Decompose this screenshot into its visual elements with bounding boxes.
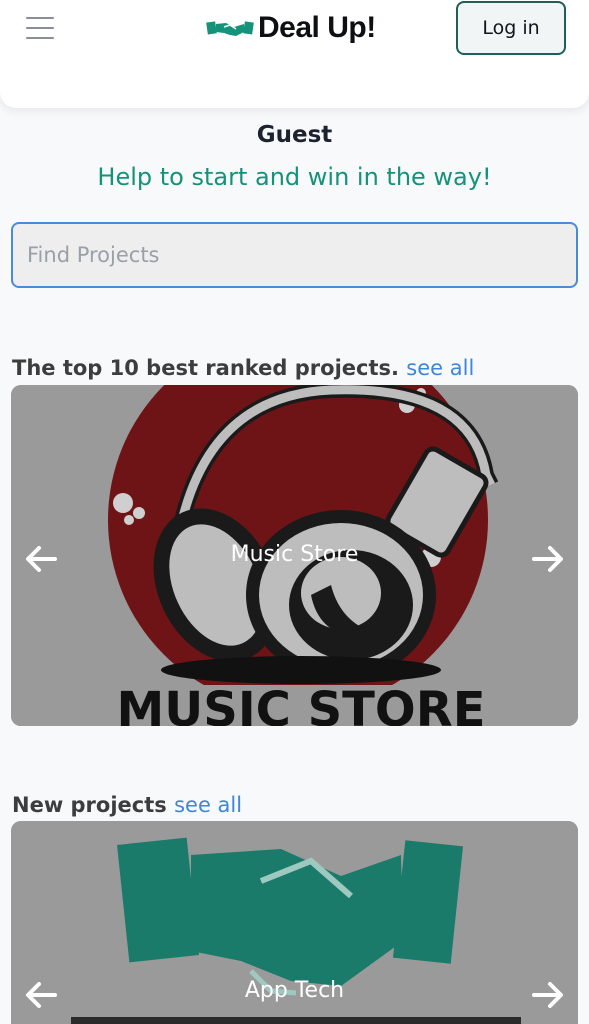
arrow-right-icon[interactable] — [530, 977, 566, 1013]
search-input[interactable] — [11, 222, 578, 288]
new-projects-see-all-link[interactable]: see all — [174, 793, 242, 817]
tagline: Help to start and win in the way! — [97, 163, 492, 191]
menu-icon[interactable] — [26, 17, 54, 39]
top-projects-title: The top 10 best ranked projects. — [12, 356, 399, 380]
app-header: Deal Up! Log in — [0, 0, 589, 108]
music-store-image-text: MUSIC STORE — [117, 682, 486, 726]
top-projects-see-all-link[interactable]: see all — [406, 356, 474, 380]
brand-name: Deal Up! — [258, 11, 376, 44]
new-projects-carousel[interactable]: App Tech — [11, 821, 578, 1024]
brand[interactable]: Deal Up! — [206, 8, 376, 48]
handshake-logo-icon — [206, 21, 254, 36]
new-projects-title: New projects — [12, 793, 167, 817]
top-projects-carousel[interactable]: MUSIC STORE Music Store — [11, 385, 578, 726]
top-projects-heading: The top 10 best ranked projects. see all — [12, 356, 474, 380]
arrow-right-icon[interactable] — [530, 541, 566, 577]
user-name: Guest — [256, 122, 333, 148]
top-slide-caption: Music Store — [230, 542, 359, 567]
new-projects-heading: New projects see all — [12, 793, 242, 817]
arrow-left-icon[interactable] — [23, 541, 59, 577]
arrow-left-icon[interactable] — [23, 977, 59, 1013]
new-slide-caption: App Tech — [244, 978, 345, 1003]
login-button[interactable]: Log in — [456, 1, 566, 55]
